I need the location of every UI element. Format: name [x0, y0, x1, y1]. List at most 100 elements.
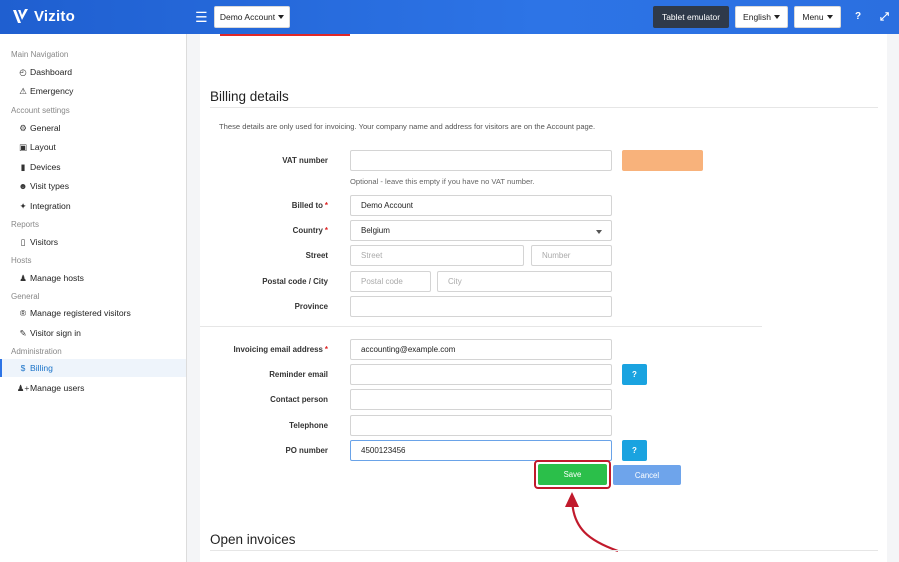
billed-to-input[interactable]: Demo Account — [350, 195, 612, 216]
question-icon[interactable]: ? — [855, 11, 861, 23]
sidebar-item-integration[interactable]: ✦ Integration — [0, 197, 186, 215]
street-input[interactable]: Street — [350, 245, 524, 266]
users-icon: ☻ — [18, 181, 28, 191]
divider — [210, 107, 878, 108]
account-dropdown-label: Demo Account — [219, 12, 276, 22]
book-icon: ▯ — [20, 236, 26, 247]
sidebar-item-label: Visitor sign in — [30, 328, 81, 338]
province-input[interactable] — [350, 296, 612, 317]
billed-to-label: Billed to * — [200, 201, 328, 210]
tablet-emulator-label: Tablet emulator — [661, 12, 721, 22]
expand-icon[interactable]: ⤢ — [880, 11, 889, 23]
sidebar-item-dashboard[interactable]: ◴ Dashboard — [0, 63, 186, 81]
language-dropdown[interactable]: English — [735, 6, 788, 28]
sidebar-item-layout[interactable]: ▣ Layout — [0, 138, 186, 156]
reminder-email-label: Reminder email — [269, 370, 328, 379]
sidebar-item-visitor-sign-in[interactable]: ✎ Visitor sign in — [0, 324, 186, 342]
sidebar-item-manage-registered-visitors[interactable]: ® Manage registered visitors — [0, 304, 186, 322]
province-label: Province — [294, 302, 328, 311]
po-number-help-button[interactable]: ? — [622, 440, 647, 461]
postal-city-label: Postal code / City — [262, 277, 328, 286]
cancel-button[interactable]: Cancel — [613, 465, 681, 485]
sidebar-header-reports: Reports — [11, 220, 40, 229]
open-invoices-title: Open invoices — [210, 532, 296, 547]
previous-section-edge — [220, 34, 350, 36]
sidebar: Main Navigation ◴ Dashboard ⚠ Emergency Ac… — [0, 34, 187, 562]
save-button[interactable]: Save — [538, 464, 607, 485]
dollar-icon: $ — [20, 363, 26, 373]
billing-description: These details are only used for invoicin… — [219, 122, 596, 131]
sidebar-item-label: Visit types — [30, 181, 70, 191]
vat-hint: Optional - leave this empty if you have … — [350, 177, 535, 186]
chevron-down-icon — [278, 15, 285, 19]
vat-action-segment — [641, 156, 643, 165]
chevron-down-icon — [826, 15, 833, 19]
divider — [210, 550, 878, 551]
app-name: Vizito — [34, 8, 75, 25]
required-mark: * — [324, 226, 328, 235]
sidebar-item-visitors[interactable]: ▯ Visitors — [0, 233, 186, 251]
sidebar-header-main-navigation: Main Navigation — [11, 50, 69, 59]
sidebar-item-label: Manage registered visitors — [30, 308, 131, 318]
tablet-emulator-button[interactable]: Tablet emulator — [653, 6, 729, 28]
sidebar-item-label: Emergency — [30, 86, 74, 96]
plug-icon: ✦ — [19, 200, 27, 211]
number-input[interactable]: Number — [531, 245, 612, 266]
pencil-icon: ✎ — [19, 327, 27, 338]
invoice-email-input[interactable]: accounting@example.com — [350, 339, 612, 360]
country-select[interactable]: Belgium — [350, 220, 612, 241]
postal-code-input[interactable]: Postal code — [350, 271, 431, 292]
sidebar-item-label: Integration — [30, 201, 71, 211]
required-mark: * — [324, 201, 328, 210]
vat-action-segment — [682, 156, 684, 165]
sidebar-item-general[interactable]: ⚙ General — [0, 119, 186, 137]
sidebar-item-billing[interactable]: $ Billing — [0, 359, 186, 377]
sidebar-item-label: Manage users — [30, 383, 85, 393]
billed-to-label-text: Billed to — [291, 201, 323, 210]
language-label: English — [743, 12, 771, 22]
sidebar-item-visit-types[interactable]: ☻ Visit types — [0, 177, 186, 195]
sidebar-item-label: Layout — [30, 142, 56, 152]
reminder-email-input[interactable] — [350, 364, 612, 385]
sidebar-item-manage-users[interactable]: ♟+ Manage users — [0, 379, 186, 397]
vat-validate-button[interactable] — [622, 150, 703, 171]
tablet-icon: ▮ — [20, 161, 26, 172]
divider — [200, 326, 762, 327]
hamburger-menu-icon[interactable]: ☰ — [195, 10, 208, 24]
vizito-logo-icon — [13, 9, 28, 23]
image-icon: ▣ — [18, 141, 28, 152]
menu-dropdown[interactable]: Menu — [794, 6, 841, 28]
vat-number-input[interactable] — [350, 150, 612, 171]
menu-label: Menu — [802, 12, 824, 22]
sidebar-item-manage-hosts[interactable]: ♟ Manage hosts — [0, 269, 186, 287]
sidebar-header-administration: Administration — [11, 347, 62, 356]
registered-icon: ® — [19, 308, 27, 318]
chevron-down-icon — [596, 230, 602, 234]
dashboard-gauge-icon: ◴ — [19, 66, 27, 77]
sidebar-item-label: Billing — [30, 363, 53, 373]
street-label: Street — [305, 251, 328, 260]
country-label-text: Country — [292, 226, 323, 235]
warning-icon: ⚠ — [19, 85, 27, 96]
contact-person-label: Contact person — [270, 395, 328, 404]
sidebar-item-label: Devices — [30, 162, 61, 172]
telephone-label: Telephone — [289, 421, 328, 430]
city-input[interactable]: City — [437, 271, 612, 292]
sidebar-header-hosts: Hosts — [11, 256, 32, 265]
required-mark: * — [324, 345, 328, 354]
invoice-email-label-text: Invoicing email address — [233, 345, 323, 354]
pointer-arrow-icon — [565, 492, 619, 553]
sidebar-header-general: General — [11, 292, 40, 301]
po-number-input[interactable]: 4500123456 — [350, 440, 612, 461]
sidebar-item-emergency[interactable]: ⚠ Emergency — [0, 82, 186, 100]
sidebar-item-devices[interactable]: ▮ Devices — [0, 158, 186, 176]
account-dropdown[interactable]: Demo Account — [214, 6, 290, 28]
user-tie-icon: ♟ — [19, 272, 27, 283]
logo[interactable]: Vizito — [12, 8, 75, 25]
contact-person-input[interactable] — [350, 389, 612, 410]
reminder-email-help-button[interactable]: ? — [622, 364, 647, 385]
telephone-input[interactable] — [350, 415, 612, 436]
sidebar-item-label: Visitors — [30, 237, 59, 247]
billing-details-title: Billing details — [210, 89, 289, 104]
user-plus-icon: ♟+ — [16, 382, 30, 393]
